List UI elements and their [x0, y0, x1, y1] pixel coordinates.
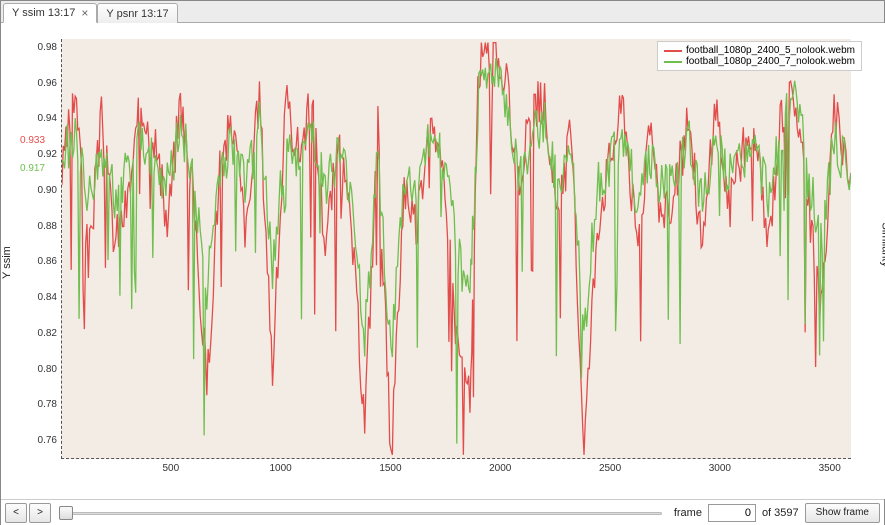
- legend-swatch-icon: [664, 61, 682, 63]
- y-tick: 0.76: [9, 435, 57, 446]
- tab-label: Y ssim 13:17: [12, 7, 75, 19]
- legend-label: football_1080p_2400_7_nolook.webm: [686, 56, 855, 67]
- y-tick: 0.92: [9, 149, 57, 160]
- tab-bar: Y ssim 13:17 × Y psnr 13:17: [1, 1, 884, 23]
- frame-slider[interactable]: [59, 505, 662, 521]
- x-tick: 2500: [599, 463, 621, 474]
- x-tick: 3000: [709, 463, 731, 474]
- footer-bar: < > frame of 3597 Show frame: [1, 499, 884, 525]
- current-value-green: 0.917: [20, 163, 45, 174]
- x-tick: 2000: [489, 463, 511, 474]
- chevron-left-icon: <: [13, 507, 19, 518]
- y-tick: 0.94: [9, 113, 57, 124]
- next-frame-button[interactable]: >: [29, 503, 51, 523]
- legend-item: football_1080p_2400_7_nolook.webm: [664, 56, 855, 67]
- plot-area[interactable]: [61, 39, 851, 459]
- legend-swatch-icon: [664, 50, 682, 52]
- frame-label-text: frame: [674, 507, 702, 519]
- tab-psnr[interactable]: Y psnr 13:17: [97, 3, 177, 23]
- series-line: [62, 58, 851, 443]
- x-tick: 3500: [819, 463, 841, 474]
- current-value-red: 0.933: [20, 135, 45, 146]
- right-axis-label: Similarity: [880, 222, 885, 267]
- show-frame-button[interactable]: Show frame: [805, 503, 880, 523]
- legend: football_1080p_2400_5_nolook.webm footba…: [657, 41, 862, 71]
- chart-panel: Y ssim Similarity 0.760.780.800.820.840.…: [1, 23, 885, 499]
- y-tick: 0.96: [9, 78, 57, 89]
- y-tick: 0.88: [9, 221, 57, 232]
- y-tick: 0.86: [9, 256, 57, 267]
- chevron-right-icon: >: [37, 507, 43, 518]
- legend-label: football_1080p_2400_5_nolook.webm: [686, 45, 855, 56]
- y-tick: 0.90: [9, 185, 57, 196]
- y-tick: 0.78: [9, 399, 57, 410]
- x-tick: 1000: [270, 463, 292, 474]
- close-icon[interactable]: ×: [81, 8, 88, 18]
- y-tick: 0.80: [9, 364, 57, 375]
- slider-thumb[interactable]: [59, 506, 73, 520]
- y-tick: 0.82: [9, 328, 57, 339]
- x-tick: 500: [162, 463, 179, 474]
- legend-item: football_1080p_2400_5_nolook.webm: [664, 45, 855, 56]
- y-tick: 0.98: [9, 42, 57, 53]
- y-tick: 0.84: [9, 292, 57, 303]
- tab-label: Y psnr 13:17: [106, 8, 168, 20]
- x-tick: 1500: [379, 463, 401, 474]
- tab-ssim[interactable]: Y ssim 13:17 ×: [3, 3, 97, 23]
- frame-input[interactable]: [708, 504, 756, 522]
- prev-frame-button[interactable]: <: [5, 503, 27, 523]
- frame-total-text: of 3597: [762, 507, 799, 519]
